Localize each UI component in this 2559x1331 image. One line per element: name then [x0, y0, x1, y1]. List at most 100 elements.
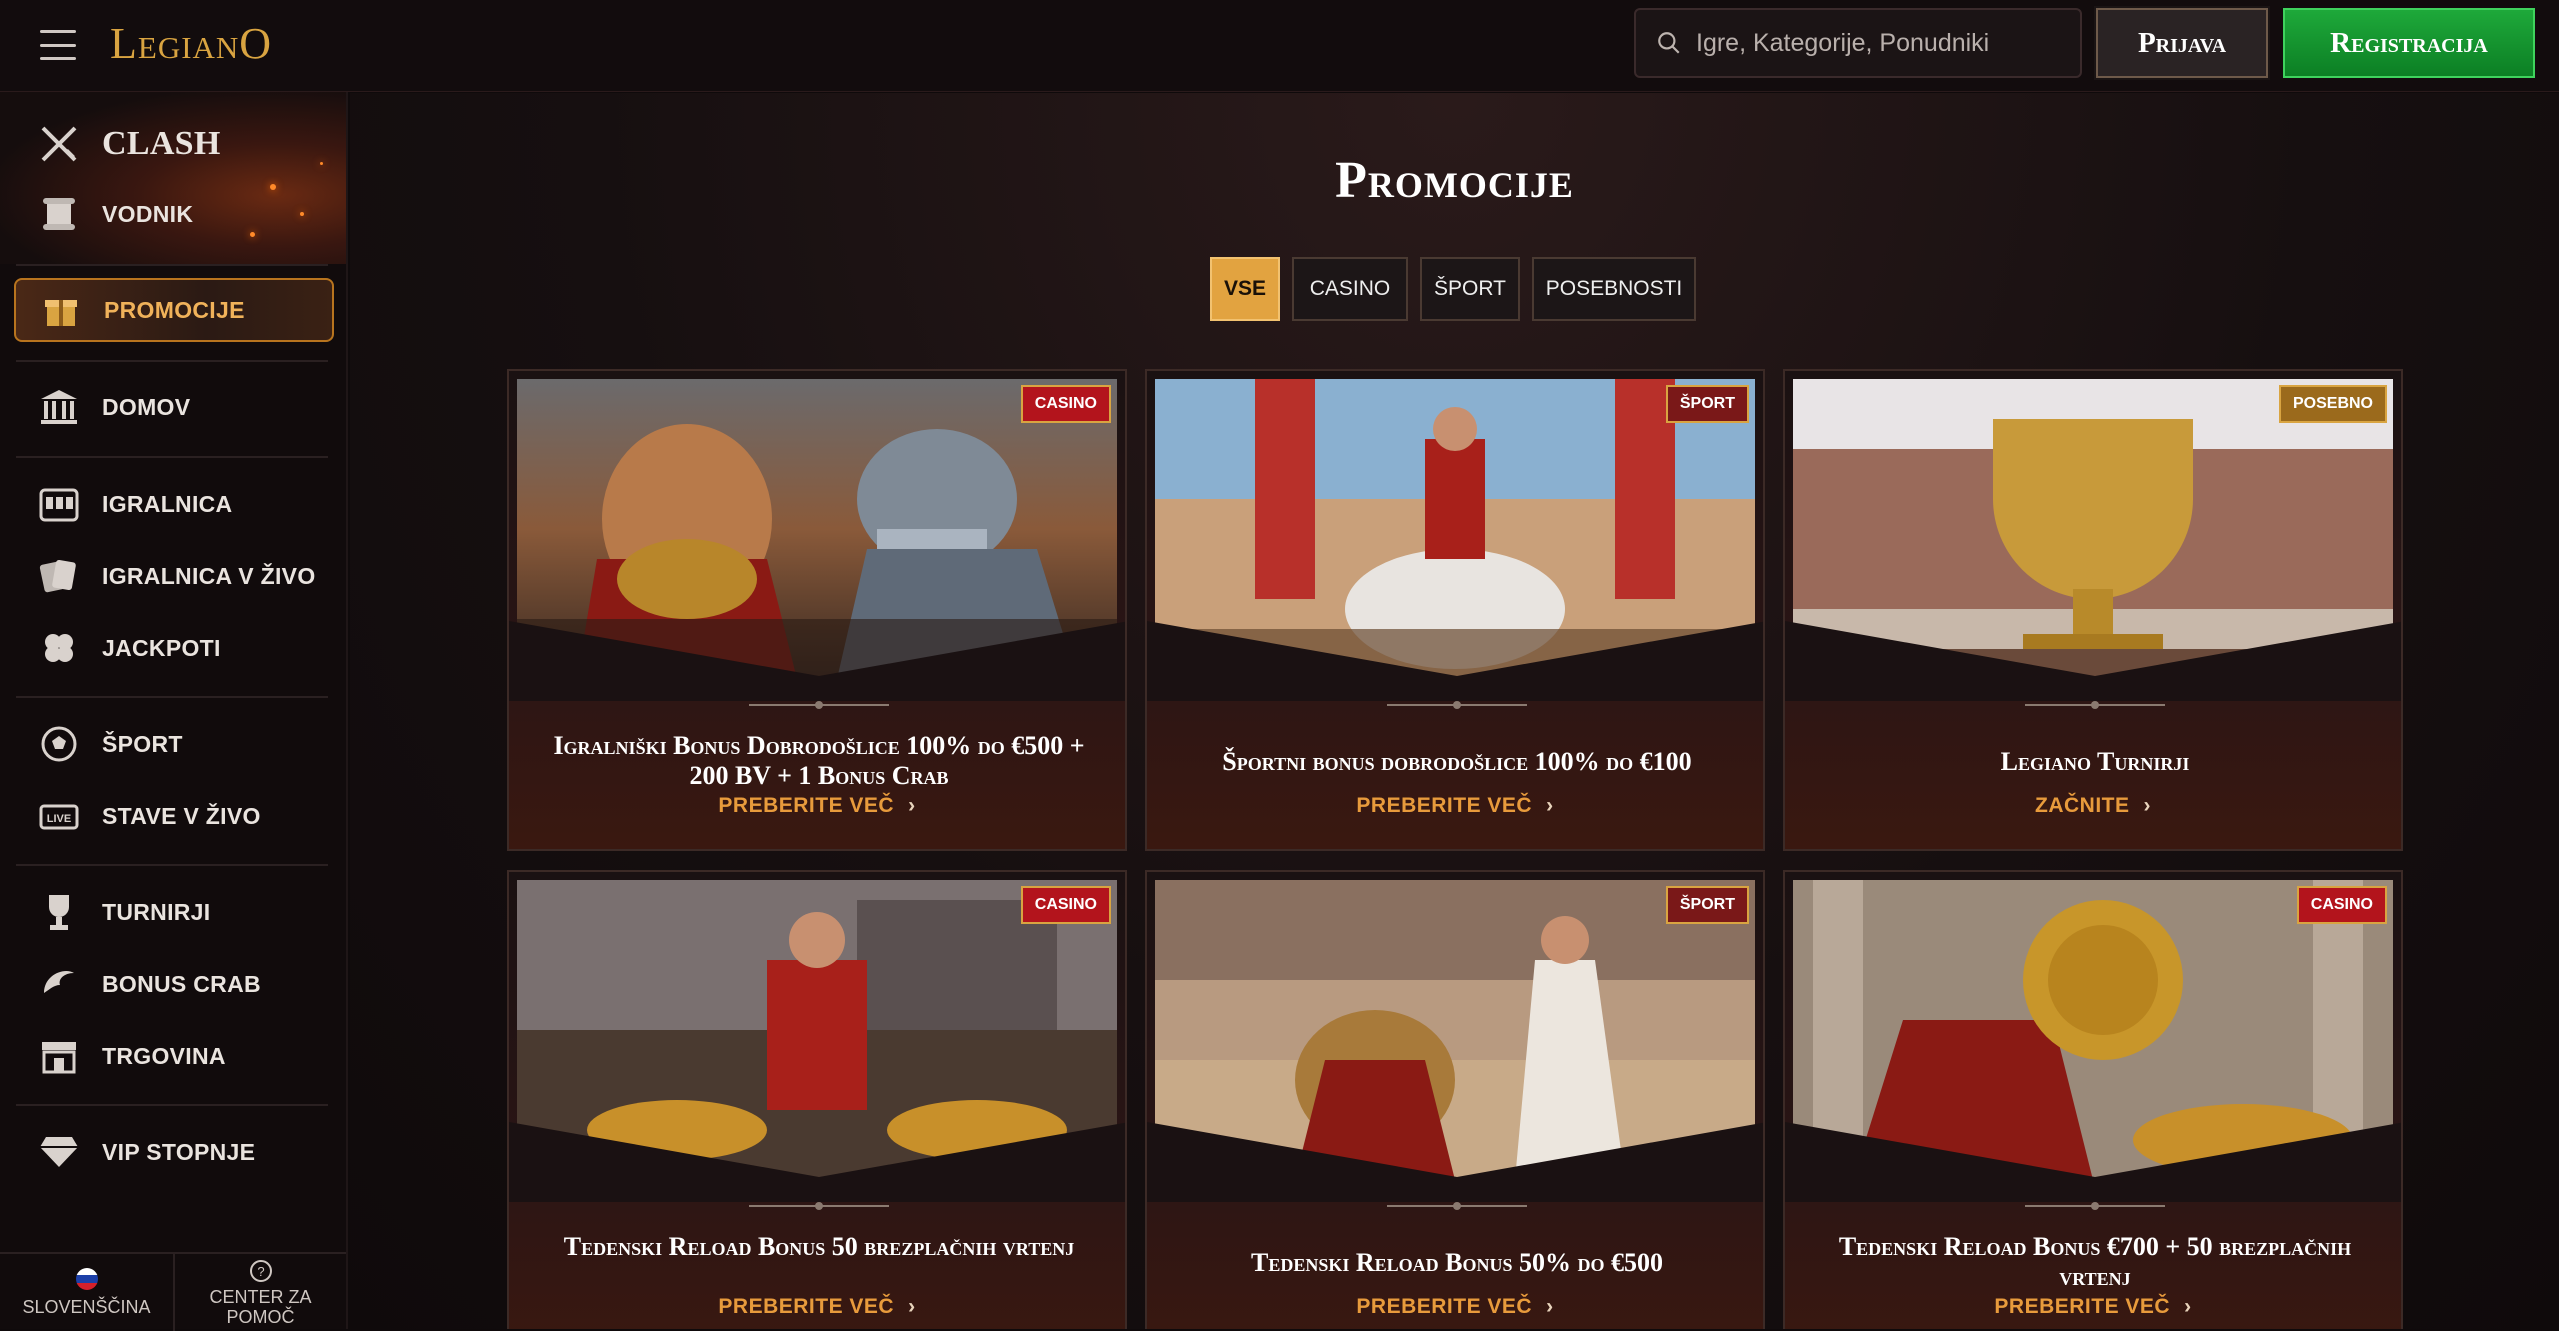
search-input[interactable] — [1696, 28, 2076, 58]
link-label: PREBERITE VEČ — [1356, 1295, 1533, 1318]
sidebar-item-label: ŠPORT — [102, 730, 183, 757]
ornament-divider — [1387, 701, 1527, 709]
clash-label: CLASH — [102, 125, 221, 162]
sidebar-item-home[interactable]: DOMOV — [14, 375, 334, 439]
help-icon: ? — [249, 1259, 272, 1282]
read-more-link[interactable]: PREBERITE VEČ › — [1785, 1295, 2401, 1319]
search-icon — [1658, 32, 1680, 54]
diamond-icon — [36, 1129, 82, 1175]
language-label: SLOVENŠČINA — [22, 1297, 151, 1317]
card-divider — [1147, 1122, 1763, 1202]
shop-icon — [36, 1033, 82, 1079]
sidebar-item-label: BONUS CRAB — [102, 970, 261, 997]
clover-icon — [36, 625, 82, 671]
sidebar-item-guide[interactable]: VODNIK — [14, 182, 334, 246]
link-label: PREBERITE VEČ — [1356, 794, 1533, 817]
link-label: ZAČNITE — [2035, 794, 2130, 817]
filter-casino[interactable]: CASINO — [1292, 257, 1408, 321]
svg-text:LIVE: LIVE — [47, 813, 71, 825]
category-badge: POSEBNO — [2278, 385, 2387, 423]
promo-title: Legiano Turnirji — [2000, 747, 2190, 776]
filter-sport[interactable]: ŠPORT — [1420, 257, 1520, 321]
gift-icon — [38, 287, 84, 333]
ornament-divider — [2025, 1202, 2165, 1210]
read-more-link[interactable]: PREBERITE VEČ › — [509, 1295, 1125, 1319]
sidebar-item-promotions[interactable]: PROMOCIJE — [14, 278, 334, 342]
ornament-divider — [2025, 701, 2165, 709]
promo-title: Tedenski Reload Bonus 50% do €500 — [1250, 1248, 1663, 1277]
sidebar-item-label: DOMOV — [102, 393, 191, 420]
read-more-link[interactable]: PREBERITE VEČ › — [1147, 1295, 1763, 1319]
read-more-link[interactable]: PREBERITE VEČ › — [509, 794, 1125, 818]
language-selector[interactable]: SLOVENŠČINA — [0, 1254, 173, 1331]
filter-specials[interactable]: POSEBNOSTI — [1532, 257, 1696, 321]
chevron-right-icon: › — [908, 1295, 916, 1318]
top-bar: LegianO Prijava Registracija — [0, 0, 2559, 92]
chevron-right-icon: › — [2143, 794, 2151, 817]
link-label: PREBERITE VEČ — [1994, 1295, 2171, 1318]
sidebar-item-vip[interactable]: VIP STOPNJE — [14, 1120, 334, 1184]
promo-card[interactable]: CASINO Tedenski Reload Bonus €700 + 50 b… — [1783, 870, 2403, 1329]
category-badge: ŠPORT — [1665, 385, 1749, 423]
card-divider — [1785, 1122, 2401, 1202]
card-divider — [509, 1122, 1125, 1202]
sidebar: CLASH VODNIK PROMOCIJE DOMOV IGRALNICA I… — [0, 92, 348, 1331]
claw-icon — [36, 961, 82, 1007]
sidebar-item-label: IGRALNICA — [102, 490, 233, 517]
read-more-link[interactable]: PREBERITE VEČ › — [1147, 794, 1763, 818]
category-badge: CASINO — [2296, 886, 2387, 924]
filter-tabs: VSE CASINO ŠPORT POSEBNOSTI — [1210, 257, 1696, 321]
chevron-right-icon: › — [908, 794, 916, 817]
chevron-right-icon: › — [2184, 1295, 2192, 1318]
page-title: Promocije — [1335, 152, 1574, 209]
temple-icon — [36, 384, 82, 430]
search-bar[interactable] — [1634, 8, 2082, 78]
sidebar-item-clash[interactable]: CLASH — [14, 112, 334, 176]
sidebar-footer: SLOVENŠČINA ? CENTER ZA POMOČ — [0, 1252, 346, 1331]
ornament-divider — [1387, 1202, 1527, 1210]
filter-all[interactable]: VSE — [1210, 257, 1280, 321]
slot-machine-icon — [36, 481, 82, 527]
sidebar-item-live-betting[interactable]: LIVE STAVE V ŽIVO — [14, 784, 334, 848]
promo-card[interactable]: ŠPORT Tedenski Reload Bonus 50% do €500 … — [1145, 870, 1765, 1329]
category-badge: CASINO — [1020, 385, 1111, 423]
sidebar-item-label: STAVE V ŽIVO — [102, 802, 261, 829]
sidebar-item-jackpots[interactable]: JACKPOTI — [14, 616, 334, 680]
promo-card[interactable]: ŠPORT Športni bonus dobrodošlice 100% do… — [1145, 369, 1765, 851]
sidebar-item-label: TURNIRJI — [102, 898, 211, 925]
chevron-right-icon: › — [1546, 794, 1554, 817]
sidebar-item-live-casino[interactable]: IGRALNICA V ŽIVO — [14, 544, 334, 608]
sidebar-item-sport[interactable]: ŠPORT — [14, 712, 334, 776]
sidebar-item-casino[interactable]: IGRALNICA — [14, 472, 334, 536]
card-divider — [1147, 621, 1763, 701]
trophy-icon — [36, 889, 82, 935]
logo[interactable]: LegianO — [110, 18, 272, 69]
cards-icon — [36, 553, 82, 599]
guide-label: VODNIK — [102, 200, 194, 227]
card-divider — [509, 621, 1125, 701]
help-center-link[interactable]: ? CENTER ZA POMOČ — [173, 1254, 346, 1331]
promo-card[interactable]: CASINO Tedenski Reload Bonus 50 brezplač… — [507, 870, 1127, 1329]
promo-card[interactable]: CASINO Igralniški Bonus Dobrodošlice 100… — [507, 369, 1127, 851]
hamburger-menu-icon[interactable] — [40, 30, 76, 60]
sidebar-item-tournaments[interactable]: TURNIRJI — [14, 880, 334, 944]
category-badge: ŠPORT — [1665, 886, 1749, 924]
main-content: Promocije VSE CASINO ŠPORT POSEBNOSTI CA… — [350, 93, 2559, 1329]
promo-title: Tedenski Reload Bonus 50 brezplačnih vrt… — [563, 1232, 1075, 1261]
promo-title: Igralniški Bonus Dobrodošlice 100% do €5… — [553, 731, 1085, 790]
live-icon: LIVE — [36, 793, 82, 839]
register-button[interactable]: Registracija — [2283, 8, 2535, 78]
sidebar-item-label: VIP STOPNJE — [102, 1138, 256, 1165]
start-link[interactable]: ZAČNITE › — [1785, 794, 2401, 818]
login-button[interactable]: Prijava — [2094, 6, 2270, 80]
sidebar-item-label: TRGOVINA — [102, 1042, 226, 1069]
link-label: PREBERITE VEČ — [718, 794, 895, 817]
card-divider — [1785, 621, 2401, 701]
promo-card[interactable]: POSEBNO Legiano Turnirji ZAČNITE › — [1783, 369, 2403, 851]
promo-title: Športni bonus dobrodošlice 100% do €100 — [1222, 747, 1692, 776]
sidebar-item-shop[interactable]: TRGOVINA — [14, 1024, 334, 1088]
sidebar-item-bonus-crab[interactable]: BONUS CRAB — [14, 952, 334, 1016]
ornament-divider — [749, 1202, 889, 1210]
help-label: CENTER ZA POMOČ — [209, 1286, 312, 1327]
ball-icon — [36, 721, 82, 767]
